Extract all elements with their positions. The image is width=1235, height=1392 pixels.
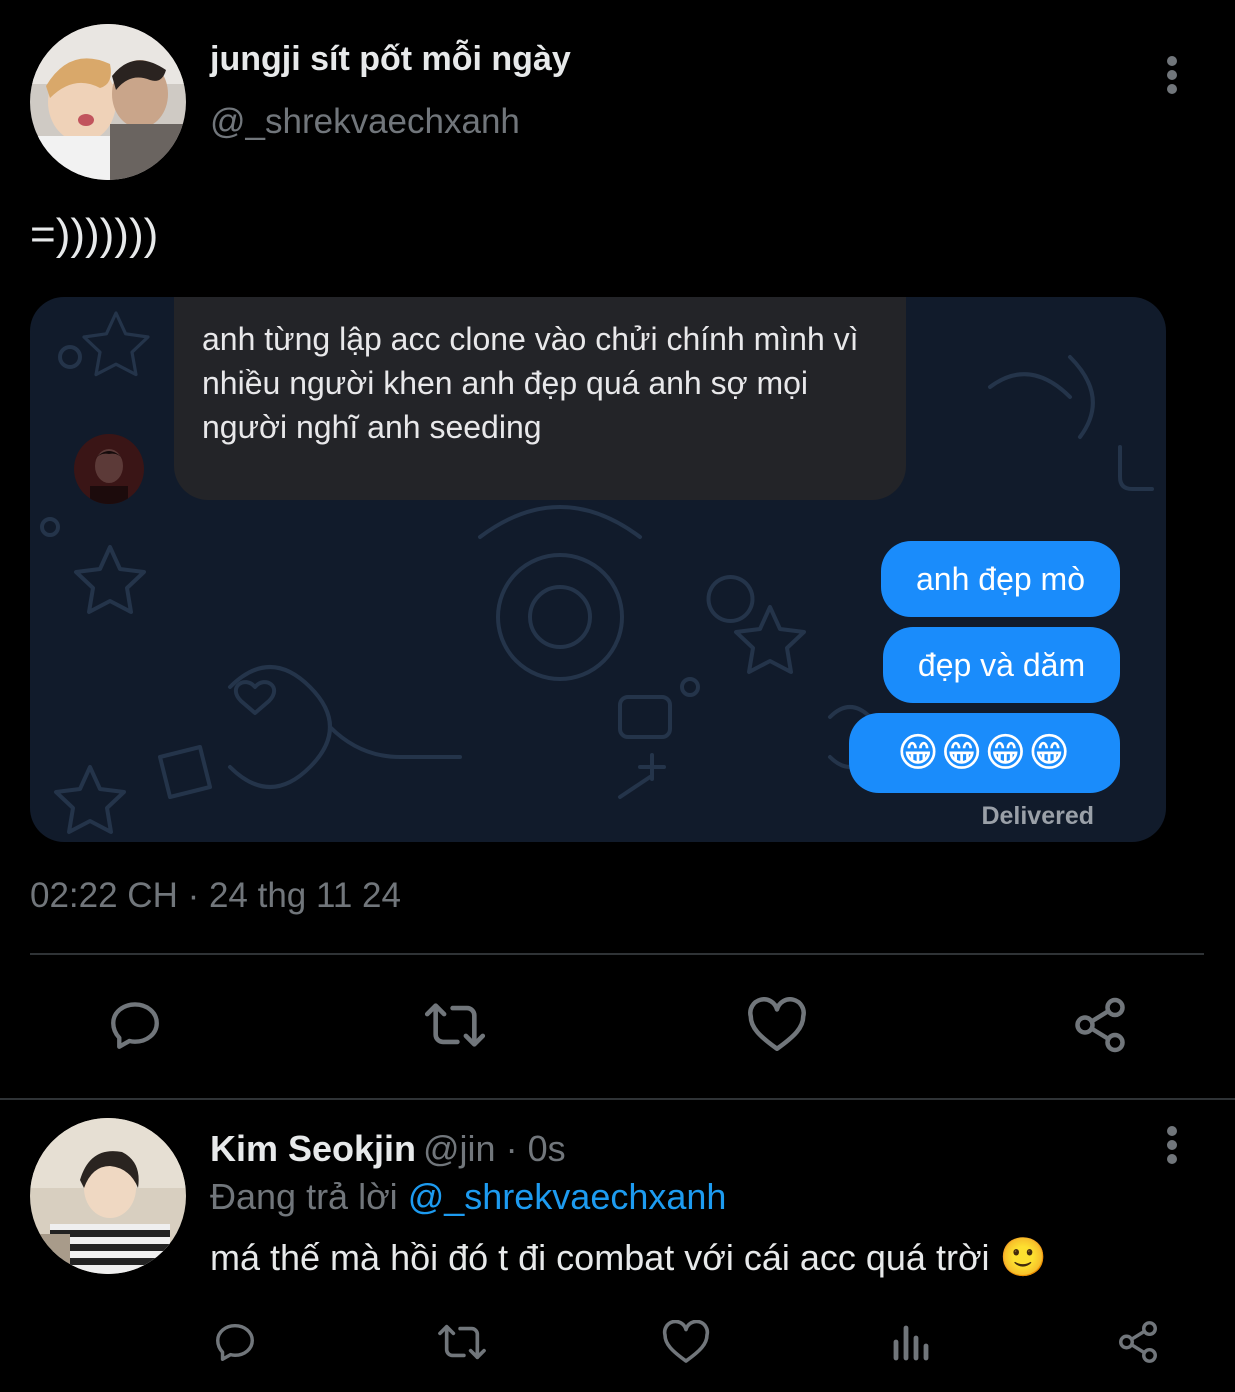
outgoing-message-text: đẹp và dăm (917, 646, 1086, 683)
reply-button[interactable] (205, 1312, 265, 1372)
author-handle[interactable]: @_shrekvaechxanh (210, 102, 520, 142)
incoming-message-bubble: anh từng lập acc clone vào chửi chính mì… (174, 297, 906, 500)
analytics-bars-icon (893, 1325, 929, 1361)
reply-text: má thế mà hồi đó t đi combat với cái acc… (210, 1237, 990, 1278)
views-button[interactable] (882, 1312, 942, 1372)
outgoing-emoji-bubble: 😁😁😁😁 (849, 713, 1120, 793)
share-icon (1075, 997, 1125, 1053)
reply-author-handle: @jin · 0s (423, 1128, 566, 1170)
heart-icon (662, 1320, 710, 1363)
replying-to-prefix: Đang trả lời (210, 1176, 398, 1217)
reply-icon (216, 1323, 254, 1361)
retweet-button[interactable] (430, 1312, 494, 1372)
reply-author-display-name[interactable]: Kim Seokjin (210, 1128, 416, 1170)
divider (0, 1098, 1235, 1100)
share-icon (1119, 1321, 1157, 1363)
heart-icon (748, 997, 806, 1051)
reply-author-avatar[interactable] (30, 1118, 186, 1274)
chat-contact-avatar (74, 434, 144, 504)
slightly-smiling-emoji: 🙂 (999, 1237, 1047, 1279)
share-button[interactable] (1108, 1312, 1168, 1372)
outgoing-emoji-text: 😁😁😁😁 (897, 731, 1072, 775)
outgoing-message-bubble: anh đẹp mò (881, 541, 1120, 617)
separator-dot: · (505, 1128, 518, 1169)
more-vertical-icon (1167, 56, 1177, 94)
outgoing-message-text: anh đẹp mò (915, 560, 1085, 597)
incoming-message-text: anh từng lập acc clone vào chửi chính mì… (202, 321, 859, 445)
retweet-button[interactable] (415, 990, 495, 1060)
retweet-icon (424, 1003, 486, 1047)
more-vertical-icon (1167, 1126, 1177, 1164)
tweet-text: =))))))) (30, 210, 159, 259)
delivered-status: Delivered (981, 802, 1094, 830)
outgoing-message-bubble: đẹp và dăm (883, 627, 1120, 703)
divider (30, 953, 1204, 955)
author-avatar[interactable] (30, 24, 186, 180)
like-button[interactable] (737, 990, 817, 1060)
tweet-media-image[interactable]: anh từng lập acc clone vào chửi chính mì… (30, 297, 1166, 842)
reply-more-options-button[interactable] (1152, 1115, 1192, 1175)
share-button[interactable] (1060, 990, 1140, 1060)
replying-to-line: Đang trả lời @_shrekvaechxanh (210, 1176, 726, 1218)
tweet-timestamp[interactable]: 02:22 CH · 24 thg 11 24 (30, 876, 401, 916)
retweet-icon (438, 1324, 486, 1360)
reply-icon (111, 1002, 159, 1049)
reply-tweet-text: má thế mà hồi đó t đi combat với cái acc… (210, 1236, 1047, 1280)
reply-author-handle-text[interactable]: @jin (423, 1128, 496, 1169)
reply-button[interactable] (95, 990, 175, 1060)
replying-to-mention[interactable]: @_shrekvaechxanh (408, 1176, 727, 1217)
reply-time[interactable]: 0s (528, 1128, 566, 1169)
more-options-button[interactable] (1152, 45, 1192, 105)
like-button[interactable] (656, 1312, 716, 1372)
author-display-name[interactable]: jungji sít pốt mỗi ngày (210, 40, 571, 79)
